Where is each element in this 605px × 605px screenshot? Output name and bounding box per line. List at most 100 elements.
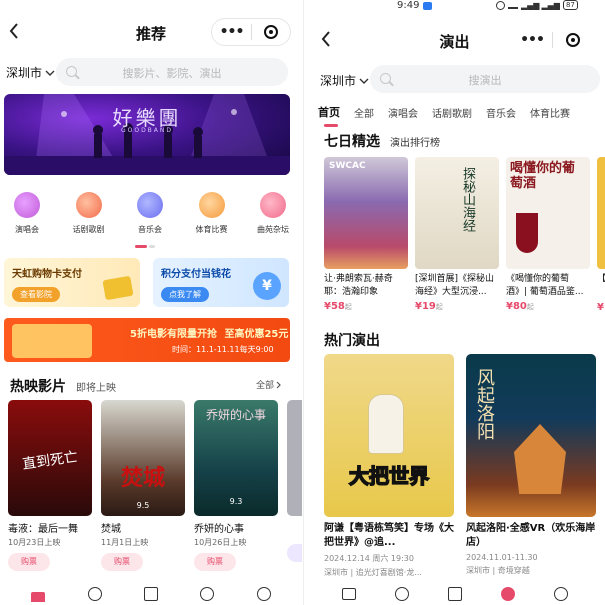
search-input[interactable]: 搜演出 <box>370 65 600 93</box>
movie-card[interactable]: 直到死亡 毒液：最后一舞 10月23日上映 购票 <box>8 400 92 571</box>
release-date: 11月1日上映 <box>101 538 149 547</box>
performer-figure <box>368 394 404 454</box>
hot-show-card[interactable]: 大把世界 阿谦【粤语栋笃笑】专场《大把世界》@追... 2024.12.14 周… <box>324 354 454 578</box>
hero-banner[interactable]: 好樂團 GOODBAND <box>4 94 290 175</box>
movie-card[interactable]: 焚城 9.5 焚城 11月1日上映 购票 <box>101 400 185 571</box>
yen-coin-icon: ¥ <box>253 272 281 300</box>
promo-card-shopping[interactable]: 天虹购物卡支付 查看影院 <box>4 258 140 307</box>
music-disc-icon[interactable] <box>500 587 515 601</box>
chair-icon <box>137 192 163 218</box>
category-drama[interactable]: 话剧歌剧 <box>64 192 114 235</box>
discount-ad-banner[interactable]: 5折电影有限量开抢 至高优惠25元 时间：11.1-11.11每天9:00 <box>4 318 290 362</box>
category-label: 曲苑杂坛 <box>257 225 289 234</box>
microphone-icon <box>14 192 40 218</box>
buy-ticket-button[interactable]: 购票 <box>194 553 236 571</box>
category-label: 音乐会 <box>138 225 162 234</box>
movie-title: 焚城 <box>101 524 121 535</box>
profile-icon[interactable] <box>256 587 271 601</box>
pagoda-illustration <box>514 424 566 494</box>
show-card[interactable]: SWCAC 让·弗朗索瓦·赫奇耶：浩瀚印象 ¥58起 <box>324 157 408 312</box>
buy-ticket-button-partial[interactable] <box>287 544 302 562</box>
status-time: 9:49 <box>397 0 420 11</box>
tab-now-showing[interactable]: 热映影片 <box>10 376 66 396</box>
tab-concert[interactable]: 演唱会 <box>388 105 418 120</box>
signal-icon: ▂▄▆ <box>521 0 540 10</box>
promo-card-points[interactable]: 积分支付当钱花 点我了解 ¥ <box>153 258 289 307</box>
release-date: 10月26日上映 <box>194 538 247 547</box>
close-target-icon[interactable] <box>252 25 290 39</box>
city-selector[interactable]: 深圳市 <box>6 64 55 81</box>
show-card[interactable]: 探秘山海经 [深圳首展]《探秘山海经》大型沉浸... ¥19起 <box>415 157 499 312</box>
ball-icon <box>198 192 225 218</box>
ranking-link[interactable]: 演出排行榜 <box>390 134 440 149</box>
home-icon[interactable] <box>341 588 356 600</box>
movie-poster-partial[interactable] <box>287 400 302 516</box>
picture-icon[interactable] <box>447 587 462 601</box>
film-reel-icon[interactable] <box>87 587 102 601</box>
search-input[interactable]: 搜影片、影院、演出 <box>56 58 288 86</box>
learn-more-button[interactable]: 点我了解 <box>161 287 209 302</box>
banner-subtitle: GOODBAND <box>120 127 174 134</box>
city-selector[interactable]: 深圳市 <box>320 72 369 89</box>
poster-title: 乔妍的心事 <box>205 408 266 422</box>
tab-all[interactable]: 全部 <box>354 105 374 120</box>
price-unit: 起 <box>435 303 443 311</box>
mini-program-capsule: ••• <box>512 26 592 54</box>
chevron-down-icon <box>359 78 369 84</box>
alarm-icon <box>496 0 505 10</box>
buy-ticket-button[interactable]: 购票 <box>101 553 143 571</box>
poster-title: 喝懂你的葡萄酒 <box>510 161 576 191</box>
card-icon <box>102 275 134 301</box>
view-cinemas-button[interactable]: 查看影院 <box>12 287 60 302</box>
poster-title: 焚城 <box>120 466 165 491</box>
home-icon[interactable] <box>31 592 46 602</box>
category-concert[interactable]: 演唱会 <box>2 192 52 235</box>
ad-headline: 5折电影有限量开抢 <box>130 329 217 340</box>
see-all-link[interactable]: 全部 <box>256 378 282 391</box>
city-label: 深圳市 <box>320 74 357 88</box>
mask-icon <box>75 192 102 218</box>
tab-coming-soon[interactable]: 即将上映 <box>76 379 116 394</box>
profile-icon[interactable] <box>553 587 568 601</box>
movie-tabs: 热映影片 即将上映 <box>10 376 116 396</box>
tab-music[interactable]: 音乐会 <box>486 105 516 120</box>
show-title: 《喝懂你的葡萄酒》| 葡萄酒品鉴... <box>506 274 584 297</box>
promo-title: 天虹购物卡支付 <box>12 269 82 280</box>
tab-indicator <box>324 124 338 127</box>
category-sports[interactable]: 体育比赛 <box>187 192 237 235</box>
music-disc-icon[interactable] <box>200 587 215 601</box>
chevron-down-icon <box>45 70 55 76</box>
film-reel-icon[interactable] <box>394 587 409 601</box>
tab-drama[interactable]: 话剧歌剧 <box>432 105 472 120</box>
show-price: ¥80 <box>506 301 527 312</box>
ad-time: 时间：11.1-11.11每天9:00 <box>172 345 274 354</box>
see-all-label: 全部 <box>256 381 275 391</box>
tab-home[interactable]: 首页 <box>318 104 340 120</box>
ad-illustration <box>12 324 92 358</box>
close-target-icon[interactable] <box>553 33 592 47</box>
category-music[interactable]: 音乐会 <box>125 192 175 235</box>
category-row: 演唱会 话剧歌剧 音乐会 体育比赛 曲苑杂坛 <box>2 192 298 235</box>
movie-card[interactable]: 乔妍的心事 9.3 乔妍的心事 10月26日上映 购票 <box>194 400 278 571</box>
bottom-tab-bar <box>0 583 302 605</box>
battery-level: 87 <box>562 0 578 10</box>
app-notification-icon <box>423 1 433 10</box>
ad-subheadline: 至高优惠25元 <box>224 329 289 340</box>
show-poster: 探秘山海经 <box>415 157 499 269</box>
show-title-partial: 【深圳】... <box>597 273 605 286</box>
hot-show-venue: 深圳市 | 奇境穿越 <box>466 566 530 575</box>
picture-icon[interactable] <box>143 587 158 601</box>
category-variety[interactable]: 曲苑杂坛 <box>248 192 298 235</box>
movie-score: 9.3 <box>229 497 243 506</box>
movie-poster: 乔妍的心事 9.3 <box>194 400 278 516</box>
show-poster-partial[interactable] <box>597 157 605 269</box>
more-dots-icon[interactable]: ••• <box>212 24 251 40</box>
hot-show-card[interactable]: 风起洛阳 风起洛阳·全感VR（欢乐海岸店） 2024.11.01-11.30 深… <box>466 354 596 576</box>
fan-icon <box>260 192 286 218</box>
promo-title: 积分支付当钱花 <box>161 269 231 280</box>
page-indicator-active <box>135 245 147 248</box>
buy-ticket-button[interactable]: 购票 <box>8 553 50 571</box>
tab-sports[interactable]: 体育比赛 <box>530 105 570 120</box>
show-card[interactable]: 喝懂你的葡萄酒 《喝懂你的葡萄酒》| 葡萄酒品鉴... ¥80起 <box>506 157 590 312</box>
more-dots-icon[interactable]: ••• <box>512 32 552 48</box>
